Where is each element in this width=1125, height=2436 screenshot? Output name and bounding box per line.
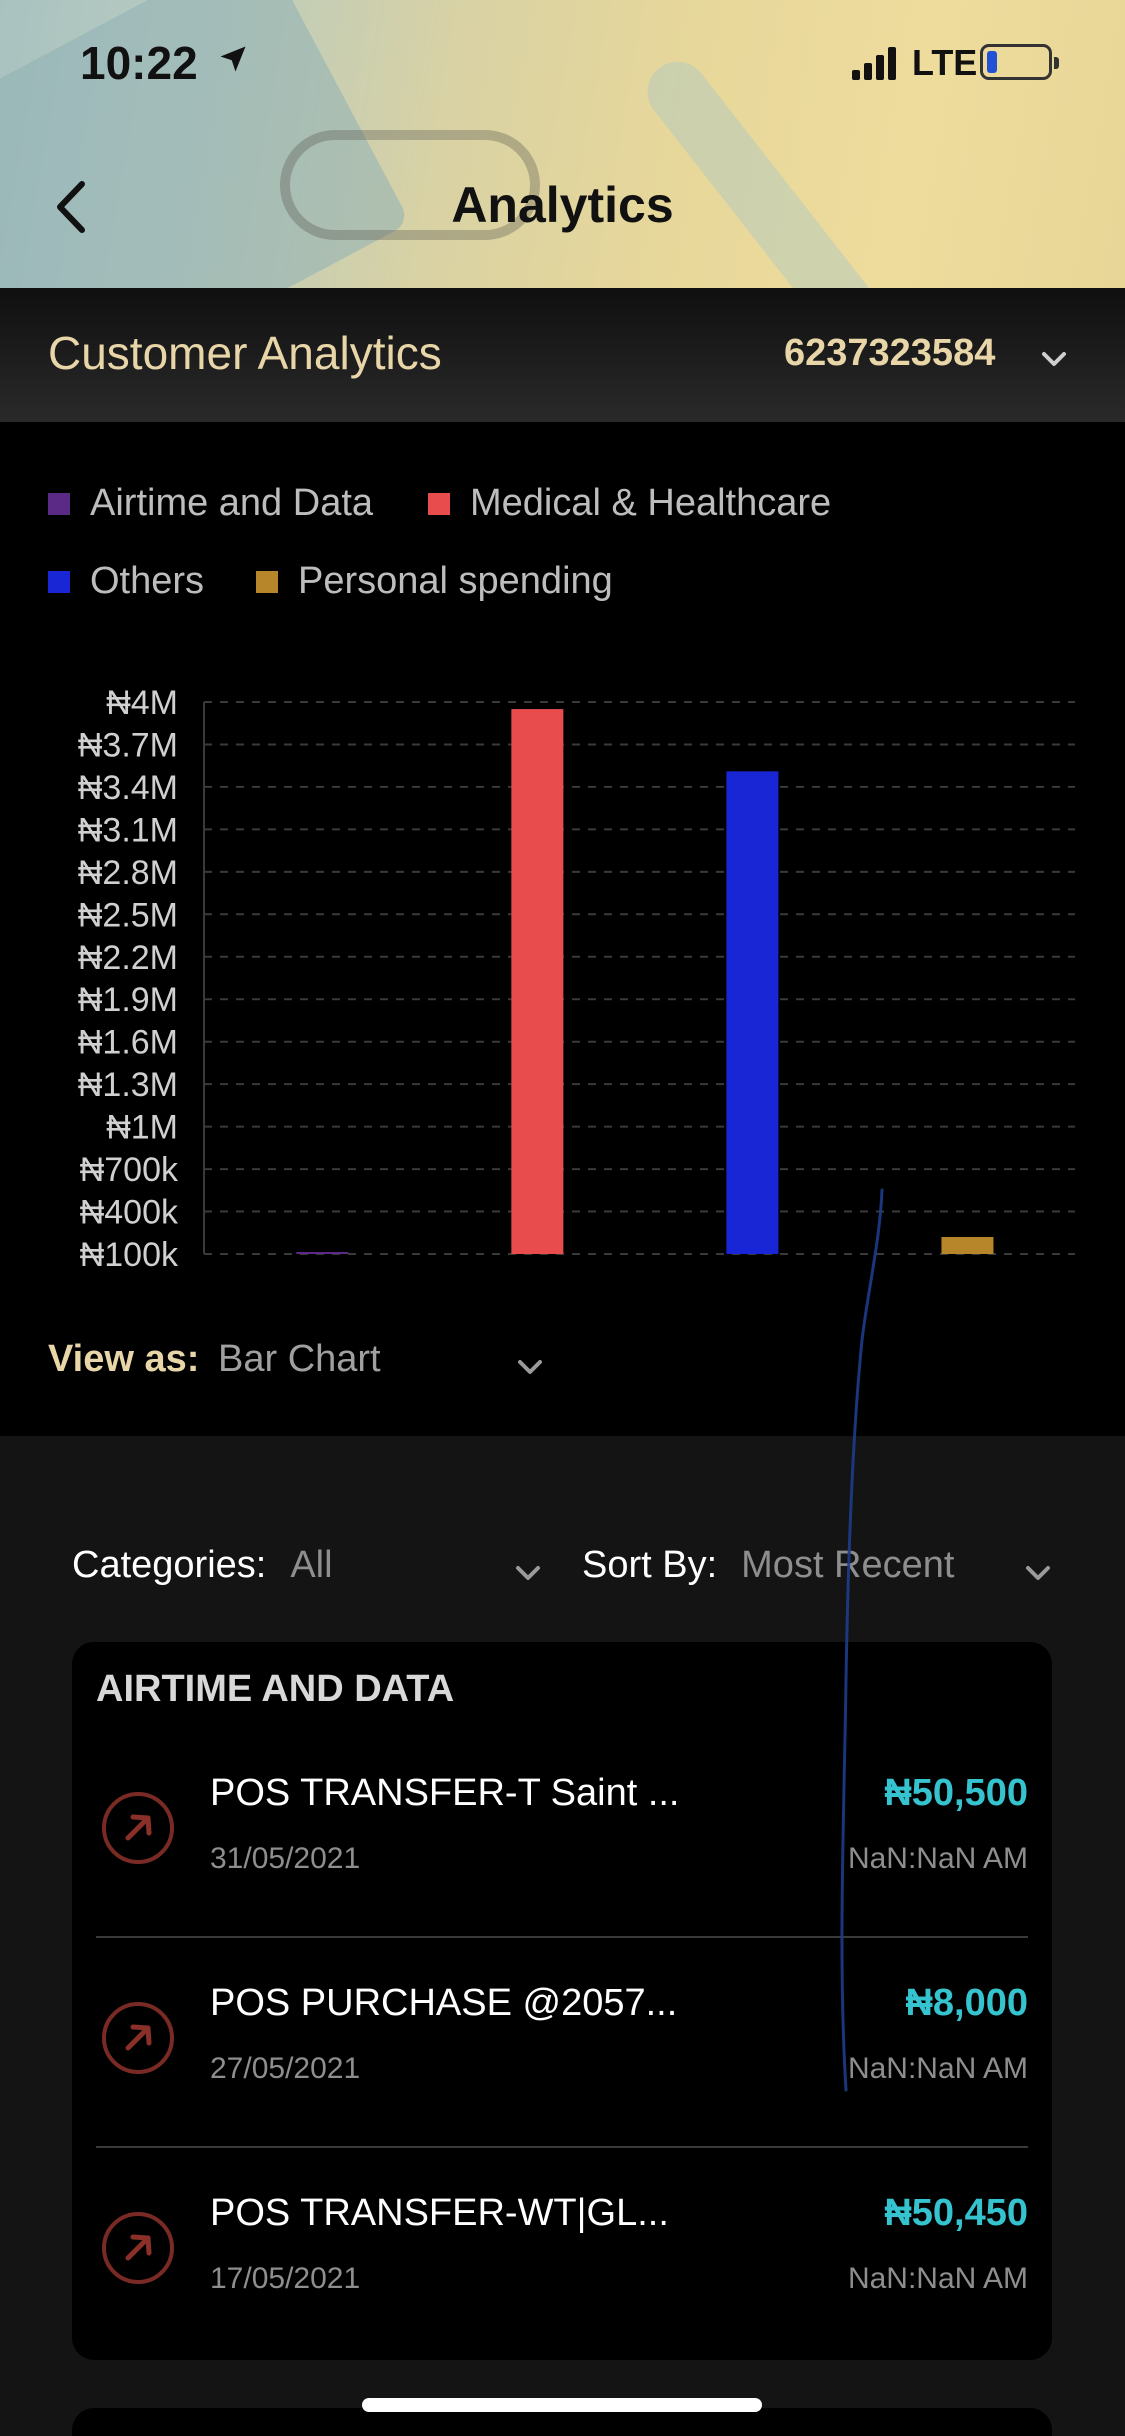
category-card: AIRTIME AND DATA POS TRANSFER-T Saint ..… [72,1642,1052,2360]
bar-personal-spending[interactable] [941,1237,994,1254]
legend-label: Others [90,560,205,602]
bar-chart: ₦100k ₦400k ₦700k ₦1M ₦1.3M ₦1.6M ₦1.9M ₦2.2M ₦2… [78,684,1075,1274]
transaction-name: POS TRANSFER-WT|GL... [210,2192,669,2234]
bar-medical-healthcare[interactable] [511,709,564,1254]
customer-analytics-bar: Customer Analytics 6237323584 [0,288,1125,422]
view-as-label: View as: [48,1338,200,1380]
customer-analytics-title: Customer Analytics [48,327,442,379]
y-tick-label: ₦3.1M [78,811,178,849]
y-tick-label: ₦1.6M [78,1024,178,1062]
y-tick-label: ₦1.9M [78,981,178,1019]
legend-swatch [48,492,70,515]
y-tick-label: ₦2.2M [78,939,178,977]
header-banner: 10:22 LTE Analytics [0,0,1125,288]
transaction-amount: ₦8,000 [905,1982,1028,2024]
network-type: LTE [912,42,978,83]
battery-icon [980,44,1059,80]
chevron-down-icon[interactable] [1024,1564,1052,1582]
signal-icon [852,47,896,80]
transaction-row[interactable]: POS TRANSFER-WT|GL... 17/05/2021 ₦50,450… [96,2148,1028,2358]
outgoing-arrow-icon [102,2212,174,2284]
y-tick-label: ₦3.7M [78,726,178,764]
categories-value[interactable]: All [290,1544,332,1586]
page-title: Analytics [451,177,674,233]
categories-label: Categories: [72,1544,267,1586]
outgoing-arrow-icon [102,1792,174,1864]
transaction-name: POS TRANSFER-T Saint ... [210,1772,680,1814]
view-as-selector[interactable]: View as: Bar Chart [48,1338,542,1381]
y-tick-label: ₦1M [106,1109,178,1147]
transaction-date: 17/05/2021 [210,2262,361,2295]
transaction-row[interactable]: POS PURCHASE @2057... 27/05/2021 ₦8,000 … [96,1938,1028,2148]
bar-airtime-and-data[interactable] [296,1252,349,1254]
y-tick-label: ₦700k [80,1151,179,1189]
home-indicator[interactable] [362,2398,762,2412]
transaction-amount: ₦50,500 [884,1772,1028,1814]
y-tick-label: ₦2.8M [78,854,178,892]
legend-item-others: Others [48,560,204,603]
transaction-time: NaN:NaN AM [847,1842,1028,1875]
transaction-name: POS PURCHASE @2057... [210,1982,678,2024]
legend-label: Personal spending [298,560,613,602]
legend-label: Airtime and Data [90,482,374,524]
transaction-row[interactable]: POS TRANSFER-T Saint ... 31/05/2021 ₦50,… [96,1728,1028,1938]
bar-others[interactable] [726,771,779,1254]
next-category-card [72,2408,1052,2436]
y-tick-label: ₦4M [106,684,178,722]
y-tick-label: ₦100k [80,1236,179,1274]
y-tick-label: ₦400k [80,1194,179,1232]
transaction-date: 27/05/2021 [210,2052,361,2085]
legend-item-airtime: Airtime and Data [48,482,373,525]
chevron-down-icon[interactable] [514,1564,542,1582]
outgoing-arrow-icon [102,2002,174,2074]
sort-by-label: Sort By: [582,1544,718,1586]
chevron-down-icon[interactable] [516,1358,544,1376]
legend-swatch [256,570,278,593]
y-tick-label: ₦3.4M [78,769,178,807]
legend-item-medical: Medical & Healthcare [428,482,831,525]
view-as-value[interactable]: Bar Chart [218,1338,381,1381]
legend-swatch [428,492,450,515]
card-title: AIRTIME AND DATA [96,1668,455,1710]
categories-filter[interactable]: Categories: All [72,1544,333,1587]
legend-label: Medical & Healthcare [470,482,832,524]
transaction-time: NaN:NaN AM [847,2052,1028,2085]
status-time: 10:22 [80,37,198,89]
transaction-time: NaN:NaN AM [847,2262,1028,2295]
chevron-down-icon[interactable] [1040,350,1068,368]
sort-by-filter[interactable]: Sort By: Most Recent [582,1544,954,1587]
y-tick-label: ₦1.3M [78,1066,178,1104]
status-bar: 10:22 LTE [0,30,1125,100]
transaction-amount: ₦50,450 [884,2192,1028,2234]
account-number-select[interactable]: 6237323584 [784,332,995,375]
legend-item-personal: Personal spending [256,560,613,603]
y-tick-label: ₦2.5M [78,896,178,934]
location-arrow-icon [220,46,246,72]
transaction-date: 31/05/2021 [210,1842,361,1875]
transactions-section: Categories: All Sort By: Most Recent AIRTI… [0,1436,1125,2436]
sort-by-value[interactable]: Most Recent [741,1544,954,1586]
legend-swatch [48,570,70,593]
chart-section: Airtime and Data Medical & Healthcare Ot… [0,422,1125,1436]
